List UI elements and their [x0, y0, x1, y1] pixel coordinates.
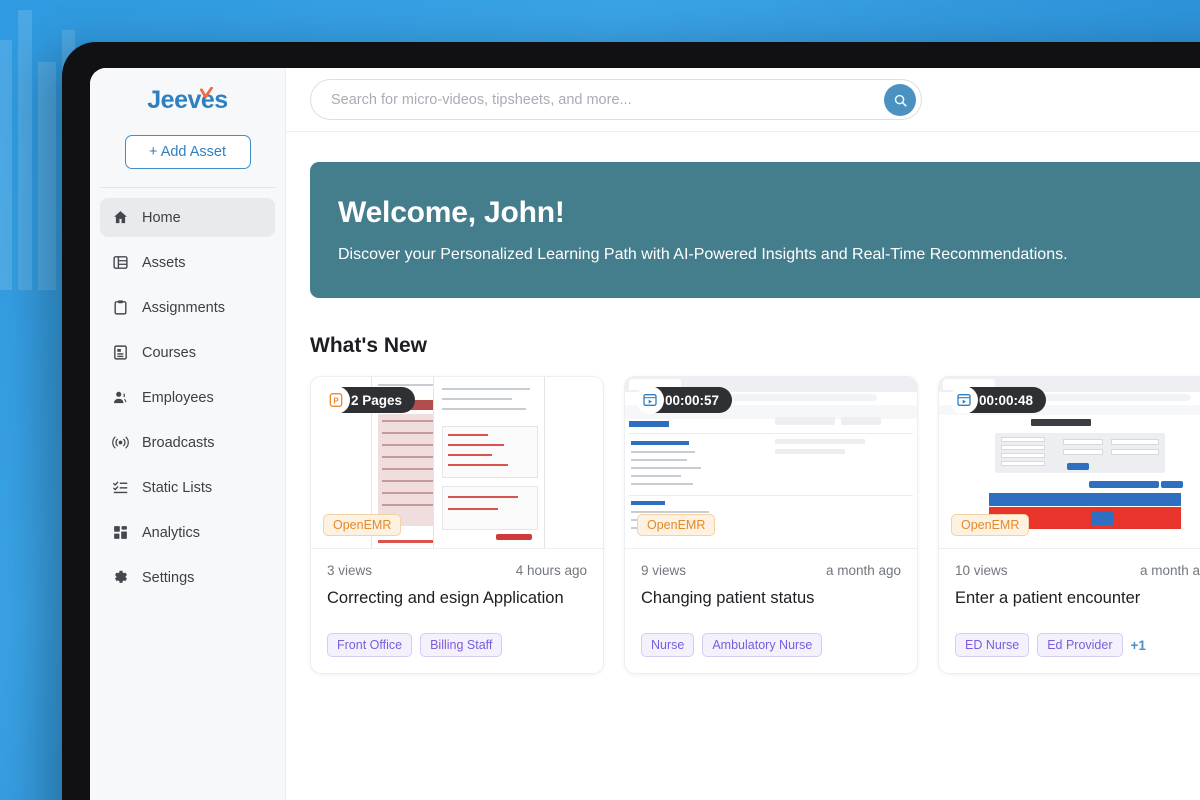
sidebar-divider	[100, 187, 275, 188]
app-logo[interactable]: Jeeves	[90, 86, 285, 119]
assets-icon	[113, 256, 128, 269]
role-tag[interactable]: Nurse	[641, 633, 695, 658]
sidebar-item-label: Settings	[142, 569, 195, 586]
gear-icon	[114, 570, 128, 583]
card-thumbnail[interactable]: 00:00:48 OpenEMR	[939, 377, 1200, 549]
asset-card[interactable]: 00:00:57 OpenEMR 9 views a month ago Cha…	[624, 376, 918, 675]
more-tags-indicator[interactable]: +1	[1131, 638, 1146, 653]
sidebar-item-label: Assignments	[142, 299, 226, 316]
clipboard-icon	[114, 300, 127, 315]
card-type-badge: P 2 Pages	[322, 386, 416, 414]
card-source-tag: OpenEMR	[637, 514, 716, 536]
sidebar-item-static-lists[interactable]: Static Lists	[100, 468, 275, 507]
card-body: 10 views a month ago Enter a patient enc…	[939, 549, 1200, 673]
role-tag[interactable]: Ambulatory Nurse	[702, 633, 823, 658]
video-icon	[636, 386, 664, 414]
card-tag-list: ED Nurse Ed Provider +1	[955, 633, 1200, 658]
card-title[interactable]: Correcting and esign Application	[327, 588, 587, 609]
sidebar-nav: Home Assets Assignments Courses Employee…	[90, 198, 285, 603]
card-timestamp: a month ago	[825, 563, 901, 578]
card-title[interactable]: Enter a patient encounter	[955, 588, 1200, 609]
card-badge-label: 00:00:57	[665, 392, 720, 408]
card-title[interactable]: Changing patient status	[641, 588, 901, 609]
sidebar-item-label: Home	[142, 209, 181, 226]
sidebar-item-label: Broadcasts	[142, 434, 215, 451]
card-timestamp: a month ago	[1139, 563, 1200, 578]
card-timestamp: 4 hours ago	[515, 563, 587, 578]
asset-card[interactable]: 00:00:48 OpenEMR 10 views a month ago En…	[938, 376, 1200, 675]
search-bar[interactable]	[310, 79, 922, 120]
sidebar-item-label: Employees	[142, 389, 214, 406]
search-input[interactable]	[311, 80, 921, 119]
sidebar-item-settings[interactable]: Settings	[100, 558, 275, 597]
role-tag[interactable]: Ed Provider	[1037, 633, 1123, 658]
card-type-badge: 00:00:48	[950, 386, 1047, 414]
main-content: Welcome, John! Discover your Personalize…	[286, 68, 1200, 800]
sidebar-item-employees[interactable]: Employees	[100, 378, 275, 417]
card-views: 10 views	[955, 563, 1008, 578]
role-tag[interactable]: Billing Staff	[420, 633, 503, 658]
sidebar: Jeeves + Add Asset Home Assets Assignmen…	[90, 68, 286, 800]
role-tag[interactable]: Front Office	[327, 633, 413, 658]
card-views: 3 views	[327, 563, 373, 578]
card-thumbnail[interactable]: 00:00:57 OpenEMR	[625, 377, 917, 549]
card-views: 9 views	[641, 563, 687, 578]
sidebar-item-label: Analytics	[142, 524, 201, 541]
banner-subtitle: Discover your Personalized Learning Path…	[338, 246, 1068, 263]
card-source-tag: OpenEMR	[323, 514, 402, 536]
logo-check-icon	[200, 87, 214, 100]
card-source-tag: OpenEMR	[951, 514, 1030, 536]
page-backdrop: Jeeves + Add Asset Home Assets Assignmen…	[0, 0, 1200, 800]
search-button[interactable]	[884, 84, 916, 116]
video-icon	[950, 386, 978, 414]
card-body: 3 views 4 hours ago Correcting and esign…	[311, 549, 603, 673]
content-area: Welcome, John! Discover your Personalize…	[286, 132, 1200, 800]
analytics-icon	[114, 526, 127, 539]
top-bar	[286, 68, 1200, 132]
card-tag-list: Front Office Billing Staff	[327, 633, 587, 658]
card-type-badge: 00:00:57	[636, 386, 733, 414]
device-frame: Jeeves + Add Asset Home Assets Assignmen…	[62, 42, 1200, 800]
sidebar-item-assets[interactable]: Assets	[100, 243, 275, 282]
welcome-banner: Welcome, John! Discover your Personalize…	[310, 162, 1200, 298]
card-meta: 3 views 4 hours ago	[327, 563, 587, 578]
broadcast-icon	[112, 436, 129, 449]
sidebar-item-label: Assets	[142, 254, 186, 271]
sidebar-item-analytics[interactable]: Analytics	[100, 513, 275, 552]
search-icon	[894, 94, 907, 107]
pdf-icon: P	[322, 386, 350, 414]
sidebar-item-courses[interactable]: Courses	[100, 333, 275, 372]
app-logo-text: Jeeves	[147, 86, 228, 114]
card-thumbnail[interactable]: P 2 Pages OpenEMR	[311, 377, 603, 549]
sidebar-item-broadcasts[interactable]: Broadcasts	[100, 423, 275, 462]
static-list-icon	[113, 481, 128, 494]
application-window: Jeeves + Add Asset Home Assets Assignmen…	[90, 68, 1200, 800]
svg-text:P: P	[333, 396, 339, 405]
role-tag[interactable]: ED Nurse	[955, 633, 1030, 658]
card-body: 9 views a month ago Changing patient sta…	[625, 549, 917, 673]
asset-card[interactable]: P 2 Pages OpenEMR 3 views 4 hours ago Co…	[310, 376, 604, 675]
sidebar-item-assignments[interactable]: Assignments	[100, 288, 275, 327]
card-badge-label: 2 Pages	[351, 392, 403, 408]
card-tag-list: Nurse Ambulatory Nurse	[641, 633, 901, 658]
sidebar-item-home[interactable]: Home	[100, 198, 275, 237]
home-icon	[114, 211, 127, 224]
banner-title: Welcome, John!	[338, 196, 565, 229]
card-meta: 9 views a month ago	[641, 563, 901, 578]
sidebar-item-label: Static Lists	[142, 479, 213, 496]
card-meta: 10 views a month ago	[955, 563, 1200, 578]
page-title: What's New	[310, 334, 428, 357]
sidebar-item-label: Courses	[142, 344, 196, 361]
whats-new-card-list: P 2 Pages OpenEMR 3 views 4 hours ago Co…	[310, 376, 1200, 675]
add-asset-button[interactable]: + Add Asset	[124, 135, 251, 169]
courses-icon	[114, 345, 127, 360]
card-badge-label: 00:00:48	[979, 392, 1034, 408]
employees-icon	[113, 391, 127, 404]
